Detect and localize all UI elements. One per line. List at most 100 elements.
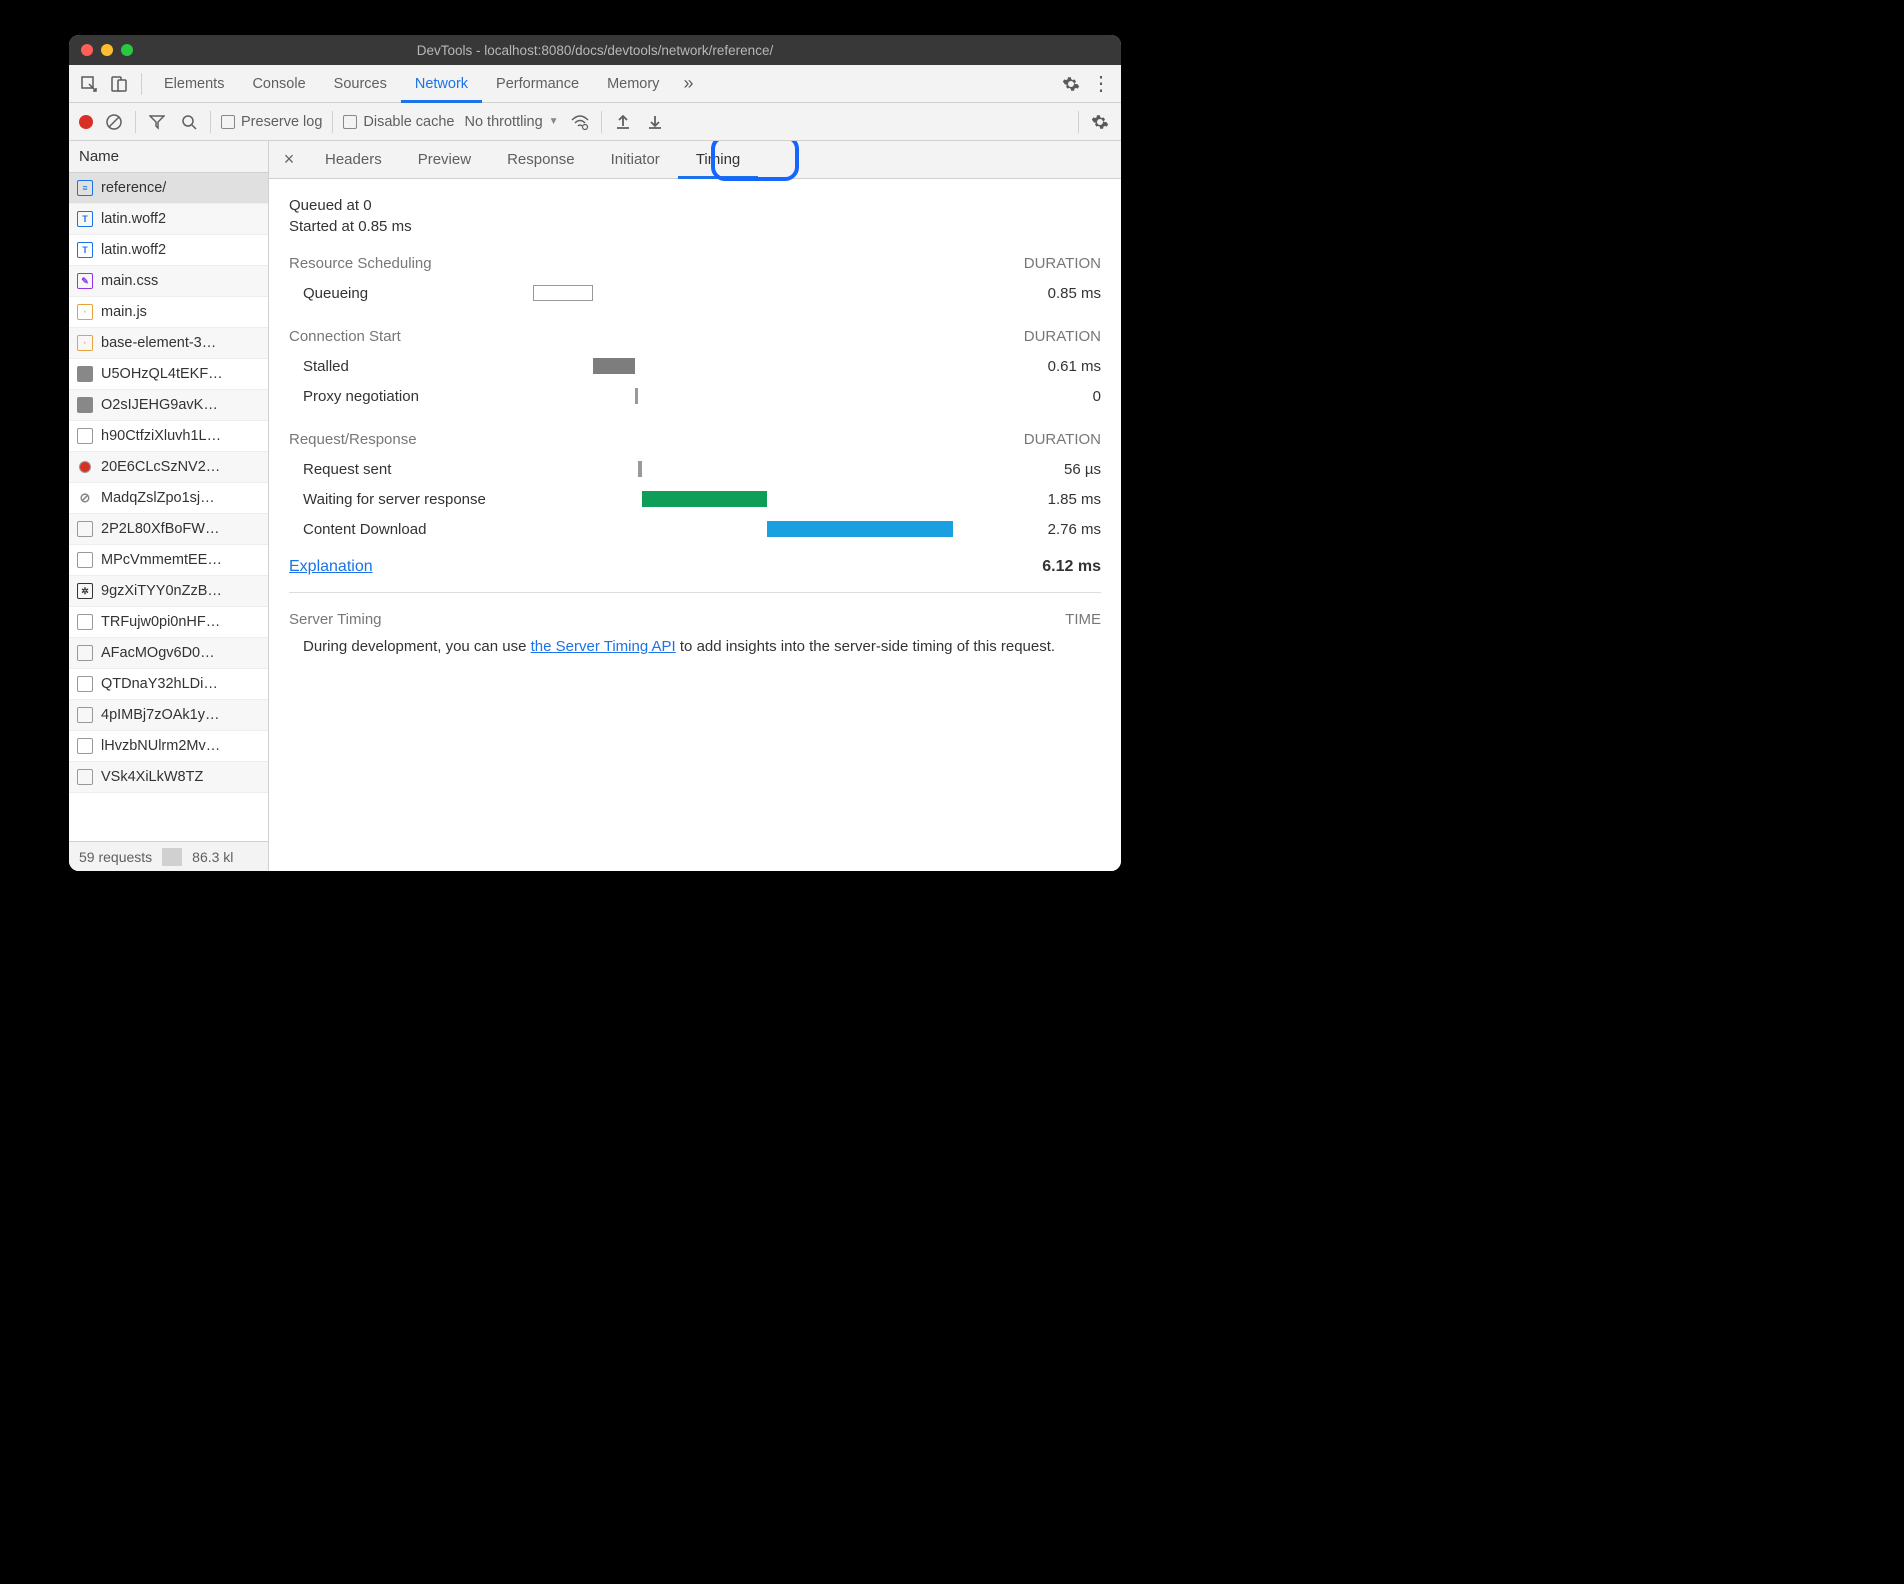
request-row[interactable]: ✎ main.css bbox=[69, 266, 268, 297]
timing-section-header: Connection StartDURATION bbox=[289, 328, 1101, 345]
request-name: base-element-3… bbox=[101, 335, 216, 351]
panel-settings-gear-icon[interactable] bbox=[1089, 111, 1111, 133]
timing-row: Content Download2.76 ms bbox=[289, 514, 1101, 544]
upload-har-icon[interactable] bbox=[612, 111, 634, 133]
server-timing-title: Server Timing bbox=[289, 611, 382, 628]
window-titlebar: DevTools - localhost:8080/docs/devtools/… bbox=[69, 35, 1121, 65]
download-har-icon[interactable] bbox=[644, 111, 666, 133]
request-name: O2sIJEHG9avK… bbox=[101, 397, 218, 413]
search-icon[interactable] bbox=[178, 111, 200, 133]
request-name: MPcVmmemtEE… bbox=[101, 552, 222, 568]
tab-performance[interactable]: Performance bbox=[482, 65, 593, 103]
request-row[interactable]: MPcVmmemtEE… bbox=[69, 545, 268, 576]
timing-label: Request sent bbox=[303, 461, 533, 478]
timing-bar-cell bbox=[533, 387, 991, 405]
timing-bar bbox=[635, 388, 638, 404]
request-row[interactable]: ✲9gzXiTYY0nZzB… bbox=[69, 576, 268, 607]
filter-icon[interactable] bbox=[146, 111, 168, 133]
request-row[interactable]: h90CtfziXluvh1L… bbox=[69, 421, 268, 452]
request-name: latin.woff2 bbox=[101, 242, 166, 258]
preserve-log-label: Preserve log bbox=[241, 114, 322, 130]
timing-section-header: Resource SchedulingDURATION bbox=[289, 255, 1101, 272]
request-row[interactable]: 20E6CLcSzNV2… bbox=[69, 452, 268, 483]
file-type-icon bbox=[77, 366, 93, 382]
request-row[interactable]: ≡reference/ bbox=[69, 173, 268, 204]
detail-tab-preview[interactable]: Preview bbox=[400, 141, 489, 179]
timing-bar bbox=[533, 285, 593, 301]
main-tabbar: ElementsConsoleSourcesNetworkPerformance… bbox=[69, 65, 1121, 103]
clear-icon[interactable] bbox=[103, 111, 125, 133]
request-row[interactable]: O2sIJEHG9avK… bbox=[69, 390, 268, 421]
request-row[interactable]: lHvzbNUlrm2Mv… bbox=[69, 731, 268, 762]
close-detail-button[interactable]: × bbox=[275, 149, 303, 170]
request-row[interactable]: TRFujw0pi0nHF… bbox=[69, 607, 268, 638]
separator bbox=[601, 111, 602, 133]
file-type-icon: ✎ bbox=[77, 273, 93, 289]
timing-footer: Explanation 6.12 ms bbox=[289, 544, 1101, 586]
queued-at: Queued at 0 bbox=[289, 197, 1101, 214]
tab-memory[interactable]: Memory bbox=[593, 65, 673, 103]
throttling-select[interactable]: No throttling ▼ bbox=[464, 114, 558, 130]
transfer-size: 86.3 kl bbox=[182, 849, 243, 865]
file-type-icon: · bbox=[77, 304, 93, 320]
server-timing-api-link[interactable]: the Server Timing API bbox=[531, 638, 676, 655]
disable-cache-checkbox[interactable]: Disable cache bbox=[343, 114, 454, 130]
tab-console[interactable]: Console bbox=[238, 65, 319, 103]
request-row[interactable]: Tlatin.woff2 bbox=[69, 235, 268, 266]
timing-label: Queueing bbox=[303, 285, 533, 302]
record-button[interactable] bbox=[79, 115, 93, 129]
preserve-log-checkbox[interactable]: Preserve log bbox=[221, 114, 322, 130]
separator bbox=[162, 848, 182, 866]
request-row[interactable]: AFacMOgv6D0… bbox=[69, 638, 268, 669]
request-row[interactable]: VSk4XiLkW8TZ bbox=[69, 762, 268, 793]
request-name: main.js bbox=[101, 304, 147, 320]
settings-gear-icon[interactable] bbox=[1057, 70, 1085, 98]
request-row[interactable]: U5OHzQL4tEKF… bbox=[69, 359, 268, 390]
timing-bar-cell bbox=[533, 520, 991, 538]
request-name: U5OHzQL4tEKF… bbox=[101, 366, 223, 382]
timing-value: 0.85 ms bbox=[991, 285, 1101, 302]
request-name: TRFujw0pi0nHF… bbox=[101, 614, 220, 630]
request-row[interactable]: ⊘MadqZslZpo1sj… bbox=[69, 483, 268, 514]
separator bbox=[1078, 111, 1079, 133]
timing-bar-cell bbox=[533, 284, 991, 302]
request-row[interactable]: · base-element-3… bbox=[69, 328, 268, 359]
detail-tab-headers[interactable]: Headers bbox=[307, 141, 400, 179]
tabs-overflow-button[interactable]: » bbox=[675, 73, 701, 94]
file-type-icon bbox=[77, 707, 93, 723]
request-row[interactable]: 2P2L80XfBoFW… bbox=[69, 514, 268, 545]
device-toolbar-icon[interactable] bbox=[105, 70, 133, 98]
request-name: latin.woff2 bbox=[101, 211, 166, 227]
requests-list: ≡reference/Tlatin.woff2Tlatin.woff2✎main… bbox=[69, 173, 268, 841]
tab-elements[interactable]: Elements bbox=[150, 65, 238, 103]
more-menu-icon[interactable]: ⋮ bbox=[1087, 70, 1115, 98]
tab-network[interactable]: Network bbox=[401, 65, 482, 103]
request-name: 9gzXiTYY0nZzB… bbox=[101, 583, 222, 599]
detail-panel: × HeadersPreviewResponseInitiatorTiming … bbox=[269, 141, 1121, 871]
sidebar-header[interactable]: Name bbox=[69, 141, 268, 173]
detail-tab-timing[interactable]: Timing bbox=[678, 141, 758, 179]
request-name: main.css bbox=[101, 273, 158, 289]
request-name: 20E6CLcSzNV2… bbox=[101, 459, 220, 475]
request-row[interactable]: 4pIMBj7zOAk1y… bbox=[69, 700, 268, 731]
detail-tab-initiator[interactable]: Initiator bbox=[593, 141, 678, 179]
inspect-icon[interactable] bbox=[75, 70, 103, 98]
detail-tab-response[interactable]: Response bbox=[489, 141, 593, 179]
request-name: QTDnaY32hLDi… bbox=[101, 676, 218, 692]
request-row[interactable]: QTDnaY32hLDi… bbox=[69, 669, 268, 700]
timing-row: Queueing 0.85 ms bbox=[289, 278, 1101, 308]
detail-tabs: × HeadersPreviewResponseInitiatorTiming bbox=[269, 141, 1121, 179]
request-row[interactable]: Tlatin.woff2 bbox=[69, 204, 268, 235]
checkbox-icon bbox=[221, 115, 235, 129]
explanation-link[interactable]: Explanation bbox=[289, 558, 373, 576]
tab-sources[interactable]: Sources bbox=[320, 65, 401, 103]
server-timing-text: During development, you can use the Serv… bbox=[289, 636, 1101, 659]
network-conditions-icon[interactable] bbox=[569, 111, 591, 133]
timing-row: Waiting for server response1.85 ms bbox=[289, 484, 1101, 514]
file-type-icon bbox=[77, 738, 93, 754]
request-row[interactable]: · main.js bbox=[69, 297, 268, 328]
file-type-icon: · bbox=[77, 335, 93, 351]
file-type-icon: T bbox=[77, 242, 93, 258]
timing-row: Stalled0.61 ms bbox=[289, 351, 1101, 381]
request-name: reference/ bbox=[101, 180, 166, 196]
